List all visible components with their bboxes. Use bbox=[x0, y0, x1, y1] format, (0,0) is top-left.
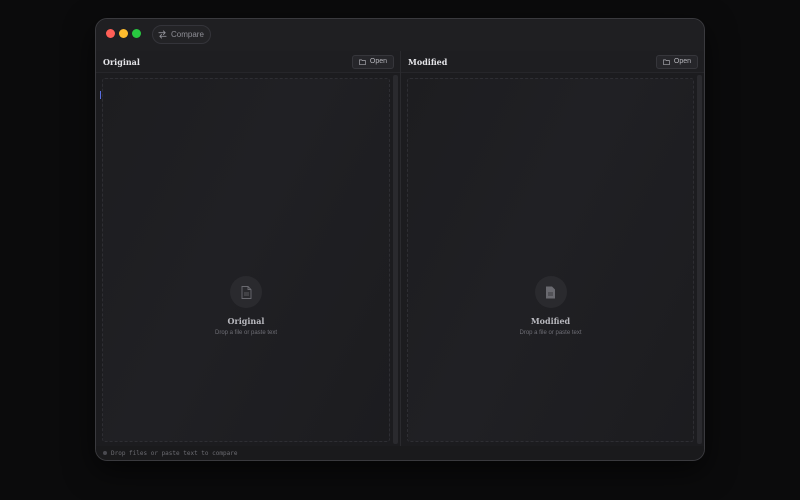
open-modified-label: Open bbox=[673, 58, 691, 65]
original-scrollbar[interactable] bbox=[393, 75, 398, 444]
status-text: Drop files or paste text to compare bbox=[111, 449, 238, 457]
modified-drop-title: Modified bbox=[530, 316, 571, 326]
original-pane-title: Original bbox=[103, 56, 140, 67]
status-bar: Drop files or paste text to compare bbox=[96, 446, 704, 460]
modified-pane-header: Modified Open bbox=[401, 51, 704, 73]
app-window: Compare Original Open Original Drop a fi… bbox=[95, 18, 705, 461]
modified-pane: Modified Open Modified Drop a file or pa… bbox=[400, 51, 704, 446]
minimize-window-button[interactable] bbox=[119, 29, 128, 38]
original-pane-header: Original Open bbox=[96, 51, 400, 73]
close-window-button[interactable] bbox=[106, 29, 115, 38]
original-doc-badge bbox=[230, 276, 262, 308]
compare-button-label: Compare bbox=[171, 30, 204, 39]
folder-icon bbox=[663, 59, 670, 65]
text-cursor bbox=[100, 91, 101, 99]
open-modified-button[interactable]: Open bbox=[655, 54, 698, 69]
panes: Original Open Original Drop a file or pa… bbox=[96, 51, 704, 446]
original-pane: Original Open Original Drop a file or pa… bbox=[96, 51, 400, 446]
original-dropzone[interactable]: Original Drop a file or paste text bbox=[102, 78, 390, 442]
original-drop-content: Original Drop a file or paste text bbox=[103, 276, 389, 336]
maximize-window-button[interactable] bbox=[132, 29, 141, 38]
modified-doc-badge bbox=[534, 276, 567, 308]
modified-dropzone[interactable]: Modified Drop a file or paste text bbox=[407, 78, 694, 442]
modified-pane-title: Modified bbox=[408, 56, 448, 67]
compare-button[interactable]: Compare bbox=[152, 25, 211, 44]
modified-drop-hint: Drop a file or paste text bbox=[519, 330, 582, 336]
original-drop-hint: Drop a file or paste text bbox=[214, 330, 278, 336]
document-icon bbox=[546, 286, 555, 298]
modified-drop-content: Modified Drop a file or paste text bbox=[408, 276, 693, 336]
title-bar: Compare bbox=[96, 19, 704, 51]
open-original-button[interactable]: Open bbox=[351, 54, 394, 69]
status-dot-icon bbox=[103, 451, 107, 455]
modified-scrollbar[interactable] bbox=[697, 75, 702, 444]
open-original-label: Open bbox=[369, 58, 387, 65]
folder-icon bbox=[359, 59, 366, 65]
document-icon bbox=[241, 285, 251, 299]
compare-arrows-icon bbox=[158, 30, 167, 39]
original-drop-title: Original bbox=[227, 316, 265, 326]
